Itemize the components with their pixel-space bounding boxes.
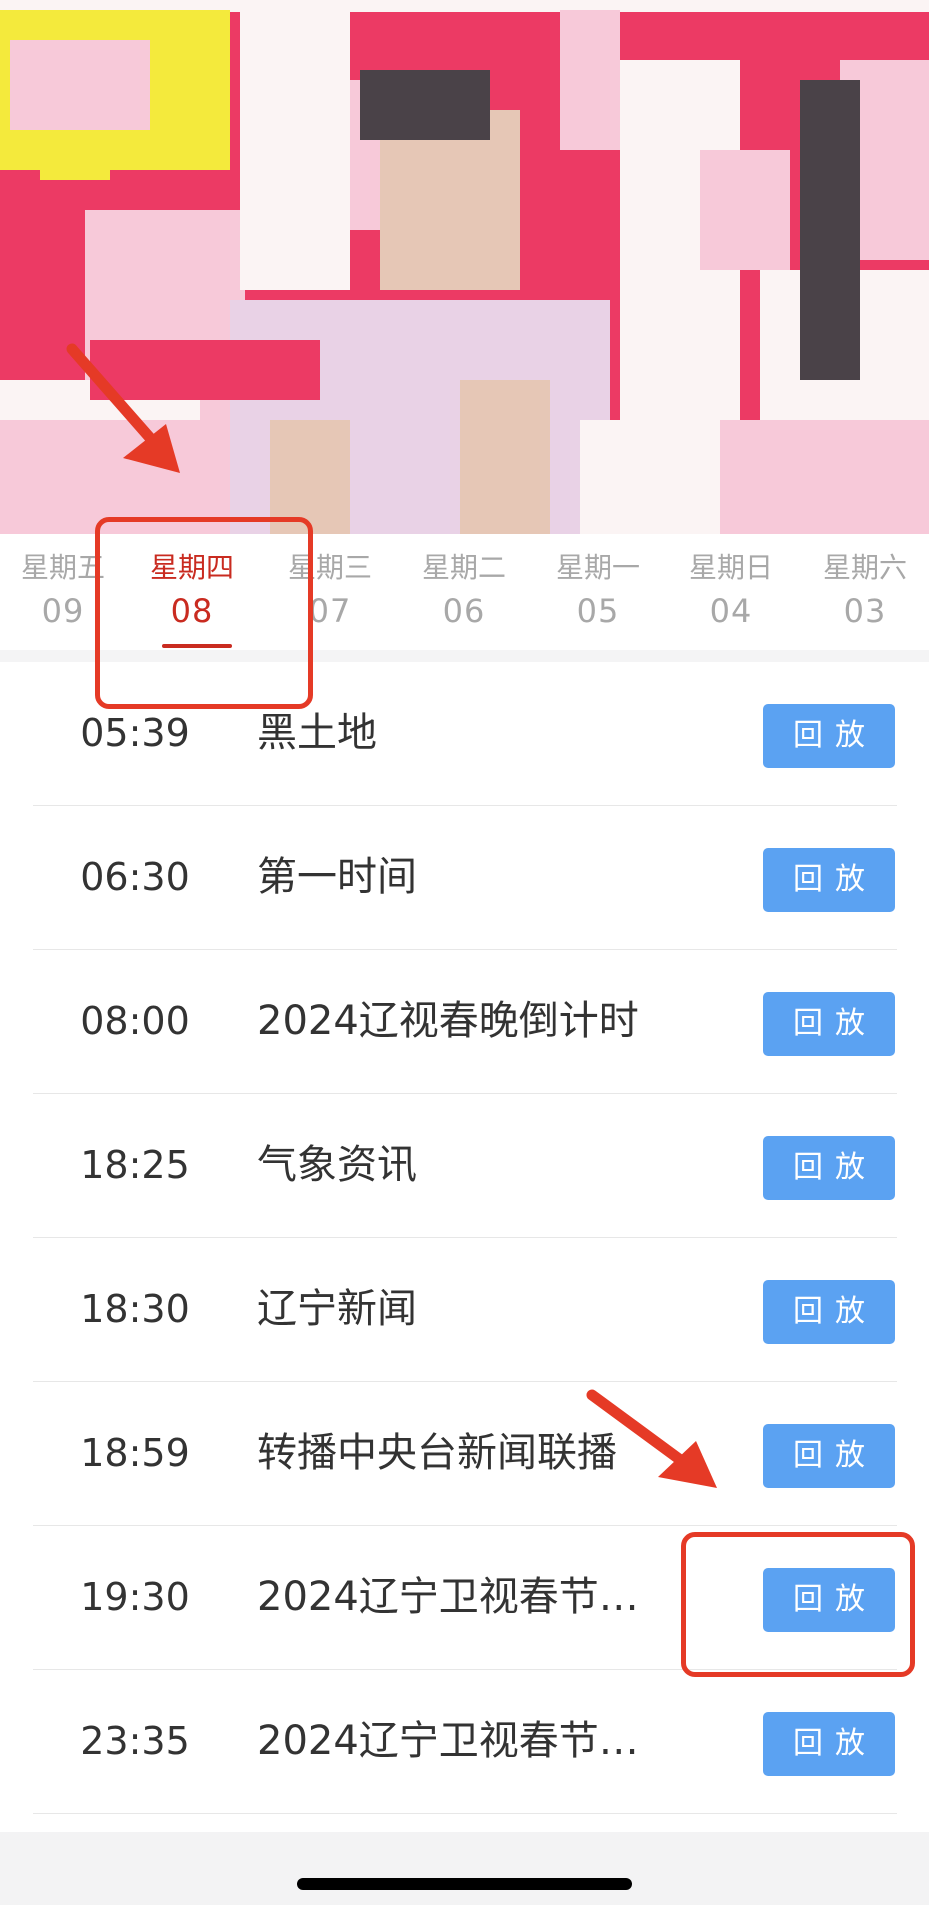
replay-button[interactable]: 回放 bbox=[763, 1712, 895, 1776]
replay-button[interactable]: 回放 bbox=[763, 1424, 895, 1488]
tab-weekday: 星期日 bbox=[688, 551, 773, 584]
program-title: 气象资讯 bbox=[257, 1142, 417, 1188]
poster-mosaic-block bbox=[10, 40, 150, 130]
tab-weekday: 星期一 bbox=[555, 551, 640, 584]
program-row: 18:59 转播中央台新闻联播 回放 bbox=[0, 1382, 929, 1526]
program-title: 辽宁新闻 bbox=[257, 1286, 417, 1332]
program-row: 23:35 2024辽宁卫视春节… 回放 bbox=[0, 1670, 929, 1814]
tab-weekday: 星期二 bbox=[421, 551, 506, 584]
tab-day-4[interactable]: 星期一 05 bbox=[531, 534, 665, 650]
poster-mosaic-block bbox=[800, 80, 860, 380]
program-title: 2024辽宁卫视春节… bbox=[257, 1718, 639, 1764]
program-time: 06:30 bbox=[80, 855, 190, 899]
bottom-safe-area bbox=[0, 1832, 929, 1905]
program-time: 08:00 bbox=[80, 999, 190, 1043]
row-divider bbox=[33, 1813, 897, 1814]
poster-mosaic-block bbox=[620, 60, 740, 480]
annotation-arrow-icon bbox=[586, 1389, 717, 1488]
program-time: 18:25 bbox=[80, 1143, 190, 1187]
program-row: 18:25 气象资讯 回放 bbox=[0, 1094, 929, 1238]
tab-date: 06 bbox=[442, 592, 486, 630]
replay-button[interactable]: 回放 bbox=[763, 1136, 895, 1200]
program-title: 2024辽视春晚倒计时 bbox=[257, 998, 639, 1044]
app-screen: 星期五 09 星期四 08 星期三 07 星期二 06 星期一 05 星期日 0… bbox=[0, 0, 929, 1905]
poster-mosaic-block bbox=[560, 10, 620, 150]
replay-button[interactable]: 回放 bbox=[763, 848, 895, 912]
poster-mosaic-block bbox=[580, 420, 720, 534]
tab-date: 05 bbox=[576, 592, 620, 630]
tab-day-5[interactable]: 星期日 04 bbox=[664, 534, 798, 650]
program-time: 19:30 bbox=[80, 1575, 190, 1619]
program-title: 第一时间 bbox=[257, 854, 417, 900]
tab-date: 03 bbox=[843, 592, 887, 630]
poster-mosaic-block bbox=[700, 150, 790, 270]
poster-mosaic-block bbox=[360, 70, 490, 140]
poster-mosaic-block bbox=[40, 140, 110, 180]
replay-button[interactable]: 回放 bbox=[763, 704, 895, 768]
tab-day-3[interactable]: 星期二 06 bbox=[397, 534, 531, 650]
program-time: 18:59 bbox=[80, 1431, 190, 1475]
program-row: 08:00 2024辽视春晚倒计时 回放 bbox=[0, 950, 929, 1094]
program-row: 18:30 辽宁新闻 回放 bbox=[0, 1238, 929, 1382]
annotation-highlight-box bbox=[681, 1532, 915, 1677]
poster-mosaic-block bbox=[240, 10, 350, 290]
tab-day-6[interactable]: 星期六 03 bbox=[798, 534, 929, 650]
program-row: 06:30 第一时间 回放 bbox=[0, 806, 929, 950]
replay-button[interactable]: 回放 bbox=[763, 992, 895, 1056]
program-time: 23:35 bbox=[80, 1719, 190, 1763]
program-title: 黑土地 bbox=[257, 710, 377, 756]
replay-button[interactable]: 回放 bbox=[763, 1280, 895, 1344]
program-title: 2024辽宁卫视春节… bbox=[257, 1574, 639, 1620]
annotation-highlight-box bbox=[95, 517, 313, 709]
poster-mosaic-block bbox=[460, 380, 550, 534]
program-time: 18:30 bbox=[80, 1287, 190, 1331]
tab-date: 04 bbox=[709, 592, 753, 630]
annotation-arrow-icon bbox=[66, 343, 180, 473]
home-indicator[interactable] bbox=[297, 1878, 632, 1890]
tab-weekday: 星期六 bbox=[822, 551, 907, 584]
